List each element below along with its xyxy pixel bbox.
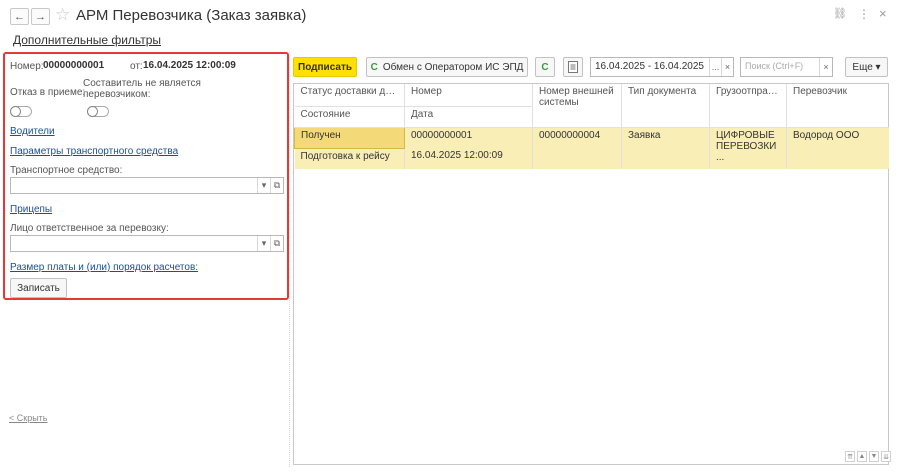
more-button[interactable]: Еще ▾ <box>845 57 888 77</box>
drivers-link[interactable]: Водители <box>10 126 55 137</box>
forward-button[interactable]: → <box>31 8 50 25</box>
cell-number[interactable]: 00000000001 <box>404 127 533 148</box>
column-header-external-number[interactable]: Номер внешней системы <box>532 84 622 128</box>
back-arrow-icon: ← <box>14 10 25 23</box>
column-header-state[interactable]: Состояние <box>294 106 405 128</box>
document-icon <box>568 61 578 73</box>
star-icon[interactable]: ☆ <box>55 5 70 25</box>
hide-panel-link[interactable]: < Скрыть <box>9 413 47 423</box>
link-icon[interactable]: ⛓ <box>833 7 847 20</box>
reject-toggle[interactable] <box>10 106 32 117</box>
scroll-up-icon[interactable]: ▲ <box>857 451 867 462</box>
cell-external-number[interactable]: 00000000004 <box>532 127 622 169</box>
close-icon[interactable]: × <box>879 6 887 21</box>
column-header-doc-type[interactable]: Тип документа <box>621 84 710 128</box>
dropdown-icon[interactable]: ▾ <box>257 236 270 251</box>
date-value: 16.04.2025 12:00:09 <box>143 60 236 71</box>
payment-link[interactable]: Размер платы и (или) порядок расчетов: <box>10 262 198 273</box>
reject-label: Отказ в приеме: <box>10 87 86 98</box>
cell-date[interactable]: 16.04.2025 12:00:09 <box>404 148 533 169</box>
vehicle-params-link[interactable]: Параметры транспортного средства <box>10 146 178 157</box>
sign-button[interactable]: Подписать <box>293 57 357 77</box>
refresh-icon: C <box>370 61 378 73</box>
save-button[interactable]: Записать <box>10 278 67 298</box>
responsible-input[interactable] <box>11 236 257 251</box>
additional-filters-link[interactable]: Дополнительные фильтры <box>13 33 161 47</box>
vehicle-label: Транспортное средство: <box>10 165 123 176</box>
column-header-date[interactable]: Дата <box>404 106 533 128</box>
back-button[interactable]: ← <box>10 8 29 25</box>
list-settings-button[interactable] <box>563 57 583 77</box>
cell-status[interactable]: Получен <box>294 126 405 149</box>
cell-carrier[interactable]: Водород ООО <box>786 127 889 169</box>
left-panel: Номер: 00000000001 от: 16.04.2025 12:00:… <box>3 52 289 300</box>
toggle-knob <box>87 106 98 117</box>
scroll-last-icon[interactable]: ⇊ <box>881 451 891 462</box>
dropdown-icon[interactable]: ▾ <box>257 178 270 193</box>
number-label: Номер: <box>10 61 44 72</box>
cell-doc-type[interactable]: Заявка <box>621 127 710 169</box>
more-menu-icon[interactable]: ⋮ <box>858 7 870 21</box>
period-clear-icon[interactable]: × <box>721 58 733 76</box>
responsible-label: Лицо ответственное за перевозку: <box>10 223 169 234</box>
exchange-button[interactable]: C Обмен с Оператором ИС ЭПД <box>366 57 528 77</box>
period-field[interactable]: 16.04.2025 - 16.04.2025 ... × <box>590 57 734 77</box>
column-header-shipper[interactable]: Грузоотправитель <box>709 84 787 128</box>
scroll-first-icon[interactable]: ⇈ <box>845 451 855 462</box>
scroll-down-icon[interactable]: ▼ <box>869 451 879 462</box>
period-select-icon[interactable]: ... <box>709 58 721 76</box>
toggle-knob <box>10 106 21 117</box>
vehicle-input[interactable] <box>11 178 257 193</box>
composer-label: Составитель не является перевозчиком: <box>83 78 201 100</box>
exchange-button-label: Обмен с Оператором ИС ЭПД <box>382 61 524 73</box>
period-input[interactable]: 16.04.2025 - 16.04.2025 <box>591 58 709 76</box>
scroll-controls: ⇈ ▲ ▼ ⇊ <box>845 451 891 462</box>
table-row[interactable]: Получен 00000000001 00000000004 Заявка Ц… <box>294 126 889 169</box>
column-header-status[interactable]: Статус доставки до ... <box>294 84 405 107</box>
number-value: 00000000001 <box>43 60 105 71</box>
trailers-link[interactable]: Прицепы <box>10 204 52 215</box>
composer-toggle[interactable] <box>87 106 109 117</box>
responsible-field[interactable]: ▾ ⧉ <box>10 235 284 252</box>
search-clear-icon[interactable]: × <box>819 58 832 76</box>
panel-divider <box>289 52 290 467</box>
search-input[interactable]: Поиск (Ctrl+F) <box>741 58 819 76</box>
search-field[interactable]: Поиск (Ctrl+F) × <box>740 57 833 77</box>
column-header-number[interactable]: Номер <box>404 84 533 107</box>
date-label: от: <box>130 61 143 72</box>
open-icon[interactable]: ⧉ <box>270 236 283 251</box>
cell-shipper[interactable]: ЦИФРОВЫЕ ПЕРЕВОЗКИ ... <box>709 127 787 169</box>
cell-state[interactable]: Подготовка к рейсу <box>294 148 405 169</box>
refresh-button[interactable]: C <box>535 57 555 77</box>
documents-table: Статус доставки до ... Номер Номер внешн… <box>293 83 889 465</box>
refresh-icon: C <box>541 61 549 73</box>
column-header-carrier[interactable]: Перевозчик <box>786 84 889 128</box>
open-icon[interactable]: ⧉ <box>270 178 283 193</box>
vehicle-field[interactable]: ▾ ⧉ <box>10 177 284 194</box>
window-title: АРМ Перевозчика (Заказ заявка) <box>76 7 307 24</box>
forward-arrow-icon: → <box>35 10 46 23</box>
